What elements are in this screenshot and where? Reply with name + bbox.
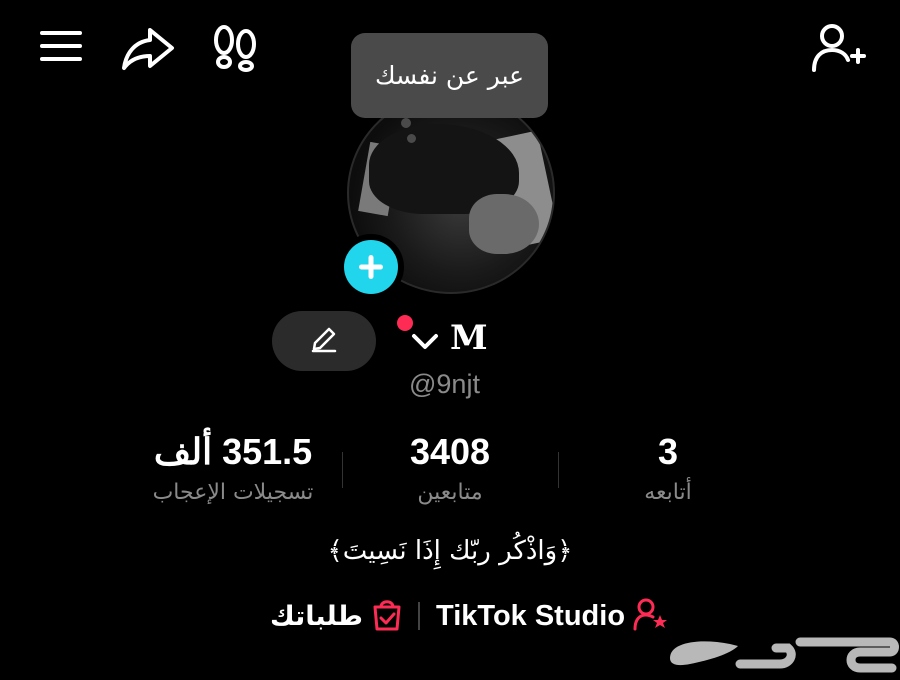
tiktok-studio-link[interactable]: TikTok Studio: [436, 596, 669, 636]
stat-divider: [558, 452, 559, 488]
likes-label: تسجيلات الإعجاب: [152, 480, 314, 505]
pencil-icon: [309, 324, 339, 358]
likes-count: 351.5 ألف: [153, 431, 313, 472]
orders-link[interactable]: طلباتك: [270, 596, 403, 636]
plus-icon: [344, 240, 398, 294]
tooltip-tail-dot: [401, 118, 411, 128]
stat-following[interactable]: 3 أتابعه: [590, 430, 746, 510]
followers-count: 3408: [409, 431, 491, 472]
stat-likes[interactable]: 351.5 ألف تسجيلات الإعجاب: [130, 430, 336, 510]
haraj-watermark-logo: [660, 624, 900, 676]
share-icon[interactable]: [120, 24, 176, 72]
stat-followers[interactable]: 3408 متابعين: [362, 430, 538, 510]
following-label: أتابعه: [644, 480, 692, 505]
followers-label: متابعين: [417, 480, 483, 505]
stat-divider: [342, 452, 343, 488]
chevron-down-icon[interactable]: [410, 330, 440, 352]
add-photo-button[interactable]: [338, 234, 404, 300]
orders-label: طلباتك: [270, 600, 363, 632]
add-friend-icon[interactable]: [810, 22, 868, 74]
links-divider: [418, 602, 420, 630]
bio-prompt-tooltip[interactable]: عبر عن نفسك: [351, 33, 548, 118]
shopping-bag-icon: [371, 597, 403, 635]
tooltip-tail-dot: [407, 134, 416, 143]
following-count: 3: [657, 431, 679, 472]
notification-dot: [397, 315, 413, 331]
menu-icon[interactable]: [38, 26, 84, 66]
display-name[interactable]: M: [450, 318, 488, 358]
footprints-icon[interactable]: [210, 24, 260, 72]
edit-profile-button[interactable]: [272, 311, 376, 371]
studio-label: TikTok Studio: [436, 599, 626, 632]
bio-text: ﴿وَاذْكُر ربّك إِذَا نَسِيتَ﴾: [327, 536, 573, 566]
tooltip-text: عبر عن نفسك: [374, 61, 525, 90]
username: @9njt: [409, 369, 480, 399]
